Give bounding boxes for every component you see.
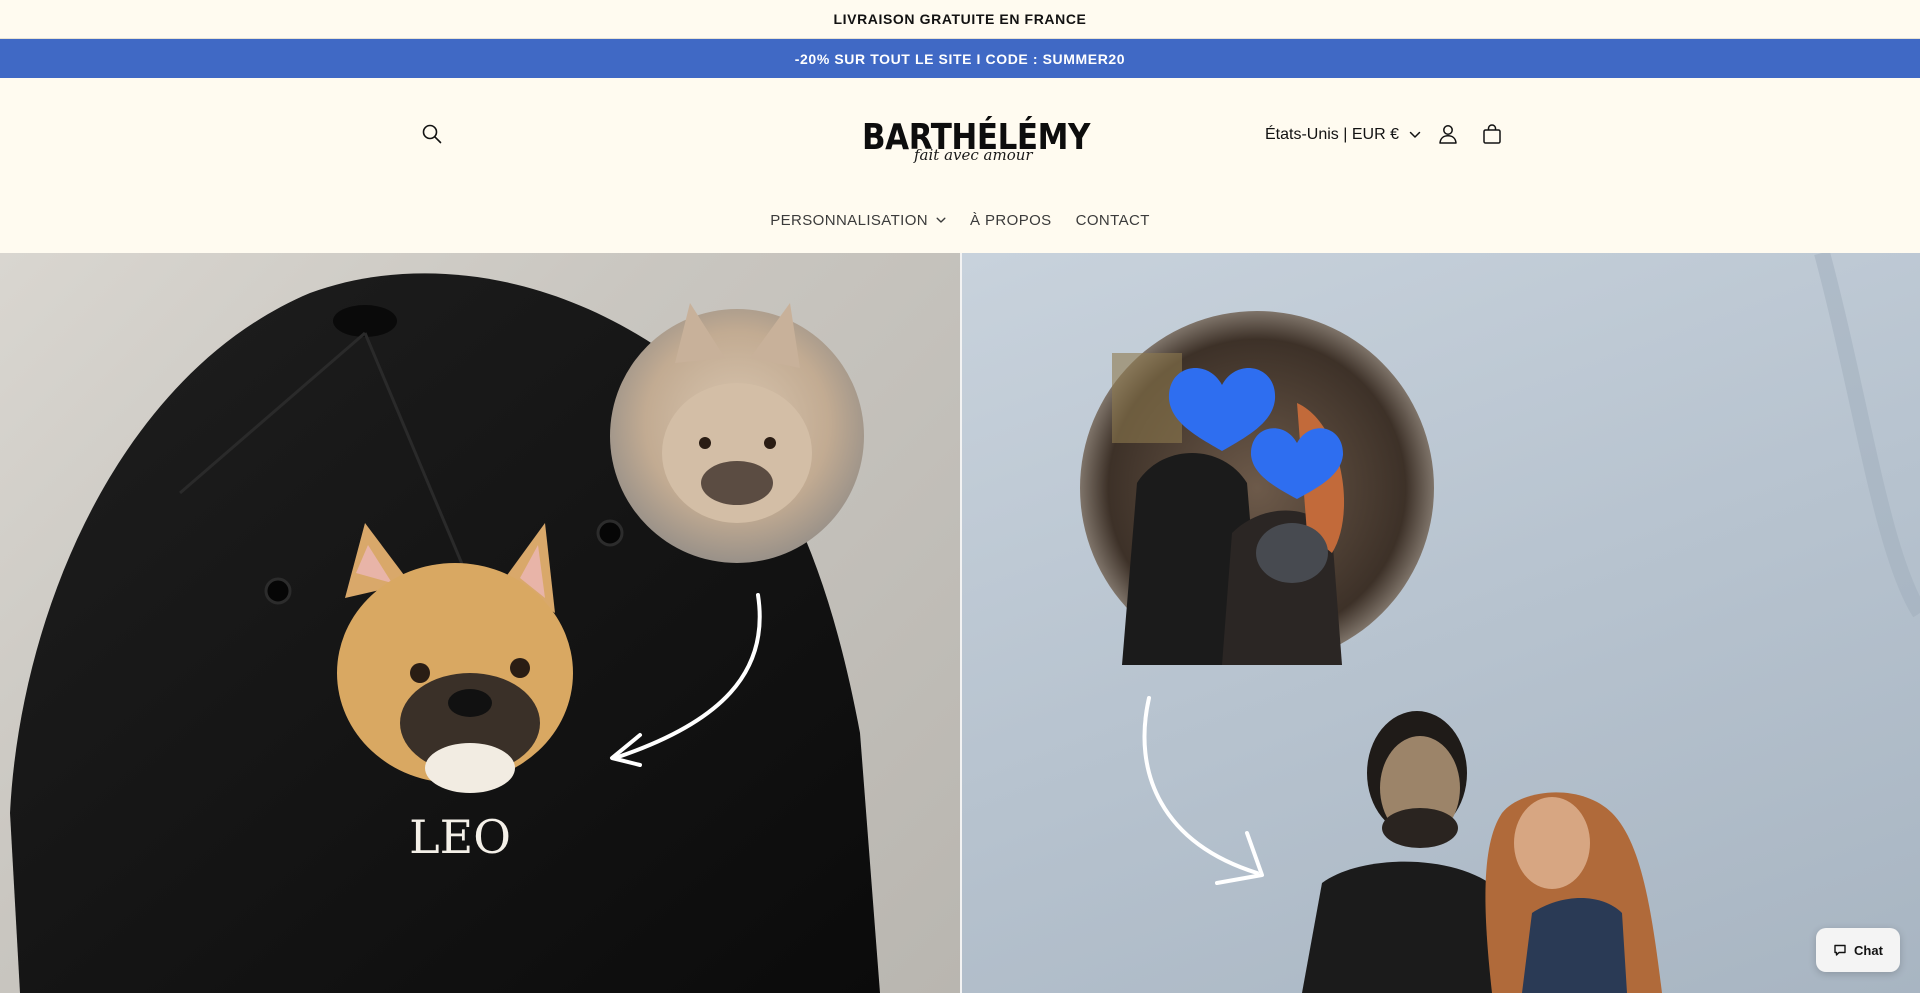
main-navigation: PERSONNALISATION À PROPOS CONTACT (0, 200, 1920, 252)
nav-item-label: À PROPOS (970, 212, 1052, 229)
currency-label: États-Unis | EUR € (1265, 126, 1399, 143)
embroidered-name: LEO (409, 810, 511, 864)
chevron-down-icon (1409, 131, 1421, 138)
account-icon (1439, 125, 1457, 144)
sweater-illustration (1080, 253, 1920, 993)
chevron-down-icon (936, 217, 946, 223)
account-button[interactable] (1434, 120, 1462, 148)
search-button[interactable] (418, 120, 446, 148)
search-icon (422, 124, 442, 144)
announcement-bar-shipping: LIVRAISON GRATUITE EN FRANCE (0, 0, 1920, 39)
chat-button[interactable]: Chat (1816, 928, 1900, 972)
country-currency-selector[interactable]: États-Unis | EUR € (1265, 122, 1421, 148)
nav-item-label: PERSONNALISATION (770, 212, 929, 229)
hero-image-embroidered-cap[interactable]: LEO (0, 253, 960, 993)
site-header: BARTHÉLÉMY fait avec amour États-Unis | … (0, 78, 1920, 200)
announcement-text-promo: -20% SUR TOUT LE SITE I CODE : SUMMER20 (794, 50, 1126, 67)
hero-image-embroidered-sweater[interactable] (960, 253, 1920, 993)
nav-item-personnalisation[interactable]: PERSONNALISATION (770, 212, 946, 229)
nav-item-contact[interactable]: CONTACT (1076, 212, 1150, 229)
chat-bubble-icon (1834, 944, 1846, 956)
embroidered-couple (1302, 711, 1662, 993)
nav-item-a-propos[interactable]: À PROPOS (970, 212, 1052, 229)
cap-illustration: LEO (10, 273, 880, 993)
arrow-icon (1142, 696, 1259, 875)
cart-button[interactable] (1478, 120, 1506, 148)
announcement-bar-promo: -20% SUR TOUT LE SITE I CODE : SUMMER20 (0, 39, 1920, 78)
chat-label: Chat (1854, 942, 1883, 958)
brand-logo[interactable]: BARTHÉLÉMY fait avec amour (862, 118, 1090, 170)
announcement-text-shipping: LIVRAISON GRATUITE EN FRANCE (833, 11, 1087, 27)
cart-icon (1483, 124, 1501, 144)
hero-banner: LEO (0, 253, 1920, 993)
nav-item-label: CONTACT (1075, 212, 1150, 229)
logo-tagline: fait avec amour (914, 146, 1033, 164)
